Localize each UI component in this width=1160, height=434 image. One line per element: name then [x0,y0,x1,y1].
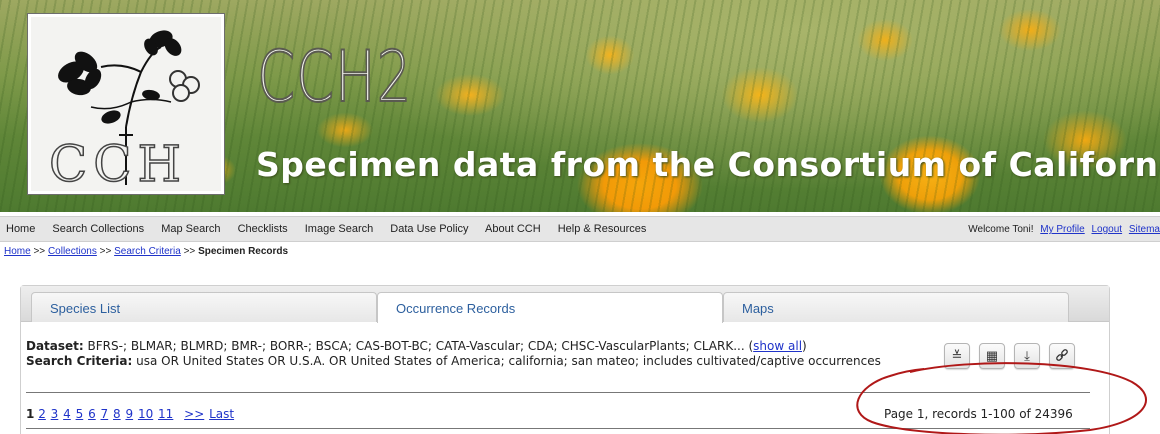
nav-item-help-resources[interactable]: Help & Resources [558,223,647,235]
nav-item-map-search[interactable]: Map Search [161,223,220,235]
page-link[interactable]: 8 [113,407,121,421]
nav-item-home[interactable]: Home [6,223,35,235]
page-link[interactable]: 3 [51,407,59,421]
page-link[interactable]: 2 [38,407,46,421]
expand-icon[interactable]: ≚ [944,343,970,369]
breadcrumb-home[interactable]: Home [4,246,31,257]
chain-link-icon [1056,349,1068,361]
table-icon[interactable]: ▦ [979,343,1005,369]
download-icon[interactable]: ⤓ [1014,343,1040,369]
nav-item-checklists[interactable]: Checklists [238,223,288,235]
site-subtitle: Specimen data from the Consortium of Cal… [256,145,1160,184]
divider [26,392,1090,393]
breadcrumb-search-criteria[interactable]: Search Criteria [114,246,181,257]
site-banner: CCH CCH2 Specimen data from the Consorti… [0,0,1160,212]
sitemap-link[interactable]: Sitema [1129,224,1160,235]
nav-item-data-use-policy[interactable]: Data Use Policy [390,223,468,235]
logout-link[interactable]: Logout [1092,224,1123,235]
page-link[interactable]: 11 [158,407,173,421]
nav-menu: Home Search Collections Map Search Check… [6,223,660,235]
breadcrumb-collections[interactable]: Collections [48,246,97,257]
last-page-link[interactable]: Last [209,407,234,421]
nav-item-image-search[interactable]: Image Search [305,223,373,235]
my-profile-link[interactable]: My Profile [1040,224,1084,235]
next-page-link[interactable]: >> [184,407,204,421]
tab-occurrence-records[interactable]: Occurrence Records [377,292,723,323]
cch-logo[interactable]: CCH [27,13,225,195]
dataset-label: Dataset: [26,339,84,353]
page-link[interactable]: 4 [63,407,71,421]
dataset-line: Dataset: BFRS-; BLMAR; BLMRD; BMR-; BORR… [26,339,807,353]
tab-species-list[interactable]: Species List [31,292,377,322]
welcome-text: Welcome Toni! [968,224,1034,235]
logo-text: CCH [48,134,188,194]
breadcrumb: Home >> Collections >> Search Criteria >… [4,246,288,257]
criteria-line: Search Criteria: usa OR United States OR… [26,354,906,369]
page-link[interactable]: 9 [125,407,133,421]
divider [26,428,1090,429]
page-link[interactable]: 10 [138,407,153,421]
tab-maps[interactable]: Maps [723,292,1069,322]
dataset-value: BFRS-; BLMAR; BLMRD; BMR-; BORR-; BSCA; … [87,339,745,353]
link-icon[interactable] [1049,343,1075,369]
page-link[interactable]: 7 [101,407,109,421]
tab-bar: Species List Occurrence Records Maps [21,286,1109,323]
breadcrumb-separator: >> [33,246,46,257]
page-link[interactable]: 5 [76,407,84,421]
page-link[interactable]: 6 [88,407,96,421]
criteria-label: Search Criteria: [26,354,133,368]
breadcrumb-separator: >> [183,246,196,257]
records-summary: Page 1, records 1-100 of 24396 [884,407,1073,421]
pagination: 1 2 3 4 5 6 7 8 9 10 11 >> Last [26,407,235,421]
breadcrumb-separator: >> [99,246,112,257]
user-menu: Welcome Toni! My Profile Logout Sitema [968,224,1160,235]
nav-item-search-collections[interactable]: Search Collections [52,223,144,235]
criteria-value: usa OR United States OR U.S.A. OR United… [136,354,881,368]
breadcrumb-current: Specimen Records [198,246,289,257]
nav-item-about-cch[interactable]: About CCH [485,223,541,235]
show-all-link[interactable]: show all [753,339,802,353]
current-page: 1 [26,407,35,421]
search-summary: Dataset: BFRS-; BLMAR; BLMRD; BMR-; BORR… [26,339,906,369]
site-title: CCH2 [256,36,413,118]
main-nav: Home Search Collections Map Search Check… [0,216,1160,242]
